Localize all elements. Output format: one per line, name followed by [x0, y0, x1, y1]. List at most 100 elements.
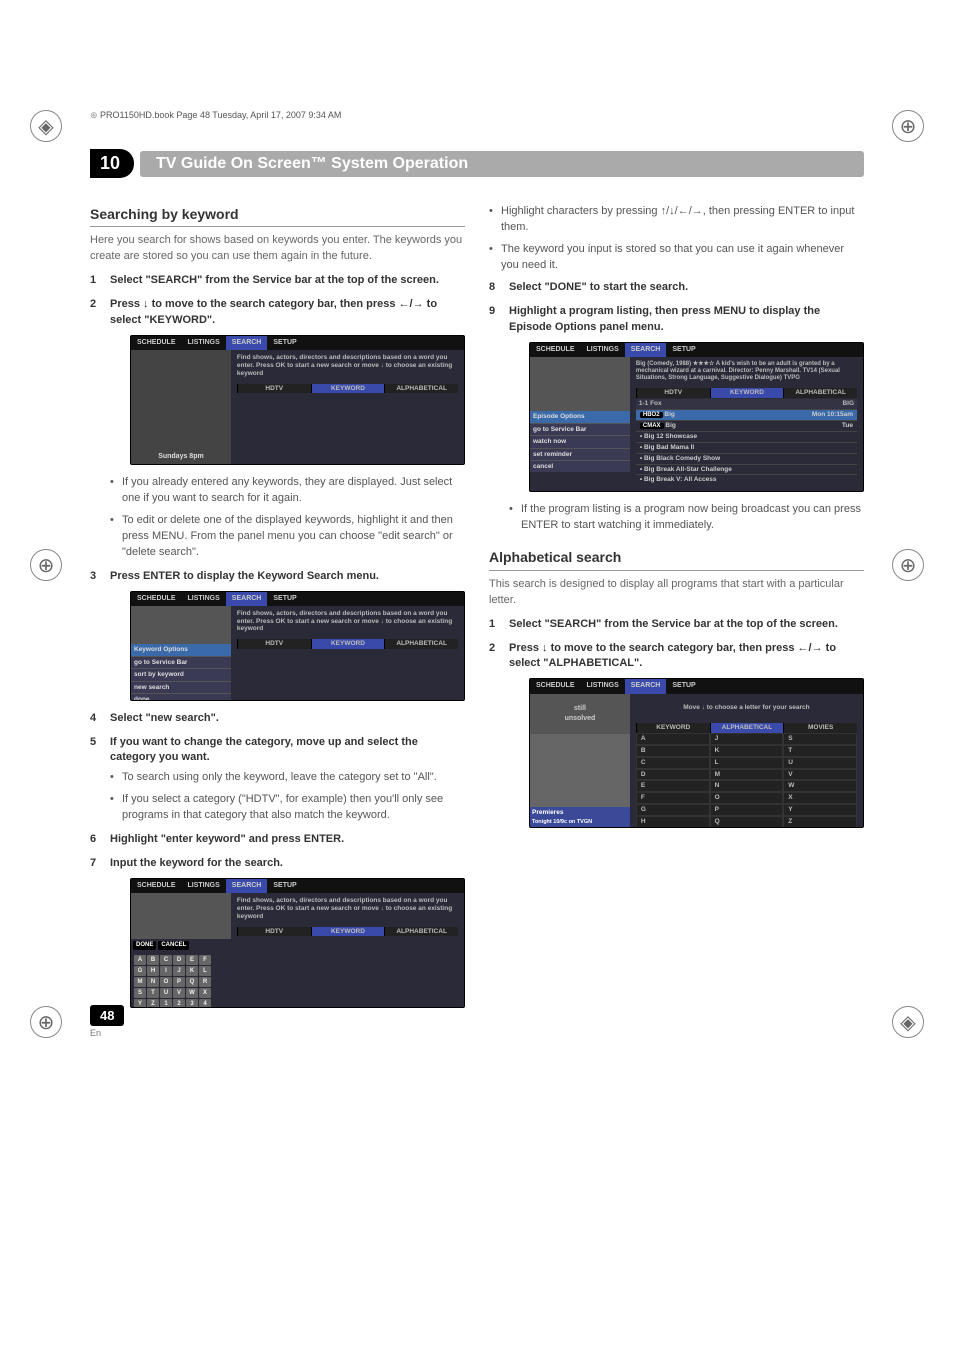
- ss-promo-line: still: [574, 704, 586, 714]
- left-column: Searching by keyword Here you search for…: [90, 190, 465, 1018]
- ss-side-panel: Episode Options go to Service Bar watch …: [530, 357, 630, 491]
- keyword-intro: Here you search for shows based on keywo…: [90, 233, 465, 265]
- ss-alpha-cell: R: [710, 828, 784, 829]
- ss-alpha-cell: O: [710, 792, 784, 804]
- ss-promo-area: [131, 893, 231, 939]
- ss-promo-area: still unsolved: [530, 694, 630, 734]
- ss-tab: SCHEDULE: [131, 592, 182, 606]
- book-meta-line: PRO1150HD.book Page 48 Tuesday, April 17…: [90, 110, 864, 121]
- ss-alpha-cell: J: [710, 733, 784, 745]
- ss-promo-area: [530, 357, 630, 411]
- ss-panel-title: Keyword Options: [131, 643, 231, 655]
- ss-cat: HDTV: [237, 927, 311, 937]
- page-language: En: [90, 1028, 124, 1038]
- ss-list-row: CMAX Big Tue: [636, 420, 857, 431]
- step-bullet: If the program listing is a program now …: [509, 502, 864, 534]
- ss-alpha-cell: N: [710, 780, 784, 792]
- ss-alpha-cell: P: [710, 804, 784, 816]
- ss-key: X: [199, 988, 211, 998]
- ss-side-panel: DONE CANCEL ABCDEFGHIJKLMNOPQRSTUVWXYZ12…: [131, 893, 231, 1007]
- ss-panel-opt: new search: [131, 681, 231, 693]
- step-1: Select "SEARCH" from the Service bar at …: [90, 273, 465, 289]
- ss-cat: HDTV: [237, 639, 311, 649]
- ss-cat: KEYWORD: [636, 723, 710, 733]
- ss-tab-active: SEARCH: [625, 343, 667, 357]
- ss-desc: Find shows, actors, directors and descri…: [231, 606, 464, 700]
- ss-tab: SCHEDULE: [131, 336, 182, 350]
- step-text: Input the keyword for the search.: [110, 857, 283, 869]
- ss-alpha-cell: V: [783, 769, 857, 781]
- step-text: If you want to change the category, move…: [110, 736, 418, 764]
- ss-panel-opt: cancel: [530, 460, 630, 472]
- ss-alpha-cell: Z: [783, 816, 857, 828]
- ss-key: E: [186, 955, 198, 965]
- ss-promo-sidebar: still unsolved Premieres Tonight 10/9c o…: [530, 694, 630, 828]
- ss-key: H: [147, 966, 159, 976]
- ss-tab: SETUP: [267, 336, 302, 350]
- keyword-heading: Searching by keyword: [90, 204, 465, 227]
- ss-alpha-cell: H: [636, 816, 710, 828]
- ss-list-row: • Big 12 Showcase: [636, 431, 857, 442]
- ss-key: N: [147, 977, 159, 987]
- right-column: Highlight characters by pressing ↑/↓/←/→…: [489, 190, 864, 1018]
- ss-alpha-cell: X: [783, 792, 857, 804]
- step-text: Highlight "enter keyword" and press ENTE…: [110, 833, 344, 845]
- ss-key: A: [134, 955, 146, 965]
- ss-desc-text: Find shows, actors, directors and descri…: [237, 610, 458, 633]
- ss-key: W: [186, 988, 198, 998]
- ss-panel-opt: go to Service Bar: [530, 423, 630, 435]
- ss-panel-opt: sort by keyword: [131, 668, 231, 680]
- ss-alpha-cell: A: [636, 733, 710, 745]
- ss-alpha-cell: W: [783, 780, 857, 792]
- ss-desc: Find shows, actors, directors and descri…: [231, 350, 464, 464]
- step-3: Press ENTER to display the Keyword Searc…: [90, 569, 465, 701]
- screenshot-keyword-options: SCHEDULE LISTINGS SEARCH SETUP Keyword O…: [130, 591, 465, 701]
- ss-tab-active: SEARCH: [625, 679, 667, 693]
- ss-key: O: [160, 977, 172, 987]
- chapter-number: 10: [90, 149, 134, 178]
- ss-key: F: [199, 955, 211, 965]
- step-text: Highlight a program listing, then press …: [509, 305, 820, 333]
- ss-info-text: Big (Comedy, 1988) ★★★☆ A kid's wish to …: [636, 361, 857, 383]
- step-text: Select "new search".: [110, 712, 219, 724]
- ss-key: M: [134, 977, 146, 987]
- ss-alpha-cell: L: [710, 757, 784, 769]
- page-number-block: 48 En: [90, 1005, 124, 1038]
- ss-alpha-grid: AJSBKTCLUDMVENWFOXGPYHQZIRMisc: [636, 733, 857, 828]
- ss-opt-label: sort by: [134, 671, 156, 678]
- ss-cat-selected: KEYWORD: [311, 927, 385, 937]
- ss-key: 3: [186, 999, 198, 1009]
- ss-title: BIG: [842, 400, 854, 408]
- ss-cat: ALPHABETICAL: [783, 388, 857, 398]
- ss-alpha-cell: B: [636, 745, 710, 757]
- step-2: Press ↓ to move to the search category b…: [90, 297, 465, 561]
- ss-key: Q: [186, 977, 198, 987]
- step-9: Highlight a program listing, then press …: [489, 304, 864, 534]
- keyword-steps: Select "SEARCH" from the Service bar at …: [90, 273, 465, 1008]
- ss-key: J: [173, 966, 185, 976]
- ss-tab: LISTINGS: [182, 336, 226, 350]
- ss-list-row: HBO2 Big Mon 10:15am: [636, 409, 857, 420]
- step-5: If you want to change the category, move…: [90, 735, 465, 825]
- ss-tab: SETUP: [267, 592, 302, 606]
- ss-category-bar: HDTV KEYWORD ALPHABETICAL: [237, 384, 458, 394]
- ss-panel-title: Episode Options: [530, 410, 630, 422]
- step-4: Select "new search".: [90, 711, 465, 727]
- ss-side-panel: Keyword Options go to Service Bar sort b…: [131, 606, 231, 700]
- ss-tab: LISTINGS: [581, 679, 625, 693]
- registration-mark: ⊕: [30, 1006, 62, 1038]
- screenshot-alphabetical: SCHEDULE LISTINGS SEARCH SETUP still uns…: [529, 678, 864, 828]
- screenshot-episode-options: SCHEDULE LISTINGS SEARCH SETUP Episode O…: [529, 342, 864, 492]
- chapter-title: TV Guide On Screen™ System Operation: [140, 151, 864, 177]
- ss-alpha-cell: I: [636, 828, 710, 829]
- ss-promo-premiere: Premieres: [530, 807, 630, 818]
- ss-alpha-cell: E: [636, 780, 710, 792]
- ss-key: K: [186, 966, 198, 976]
- step-text: Press ↓ to move to the search category b…: [110, 298, 437, 326]
- ss-tab: SCHEDULE: [530, 343, 581, 357]
- ss-key: U: [160, 988, 172, 998]
- ss-cat: HDTV: [636, 388, 710, 398]
- ss-tab: LISTINGS: [182, 592, 226, 606]
- ss-alpha-cell: F: [636, 792, 710, 804]
- ss-tab: SETUP: [666, 679, 701, 693]
